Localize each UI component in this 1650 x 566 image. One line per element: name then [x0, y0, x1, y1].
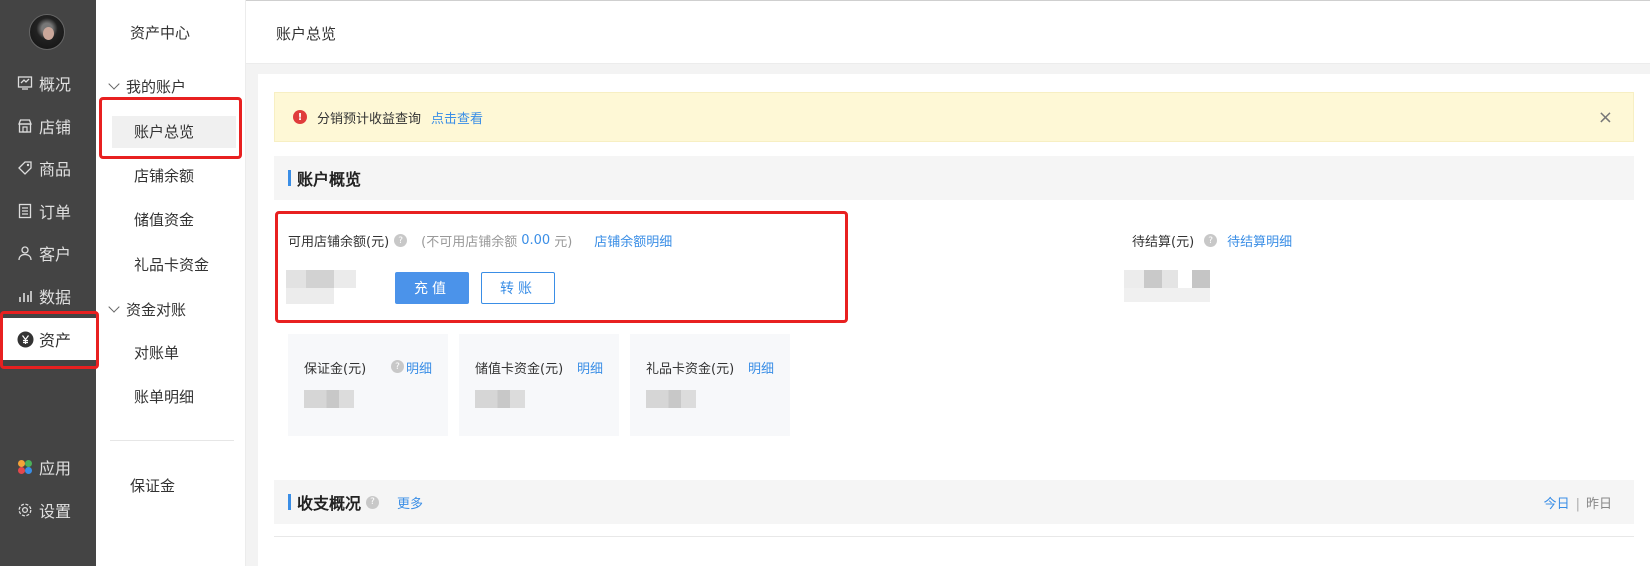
nav-item-overview[interactable]: 概况: [0, 63, 96, 103]
blurred-value: [304, 390, 354, 408]
section-header-account-overview: 账户概览: [274, 156, 1634, 200]
nav-label: 应用: [39, 459, 72, 478]
nav-item-orders[interactable]: 订单: [0, 191, 96, 231]
stored-value-detail-link[interactable]: 明细: [577, 358, 603, 377]
blurred-pending-value: [1124, 270, 1214, 306]
header: 账户总览: [246, 0, 1650, 64]
nav-item-customers[interactable]: 客户: [0, 233, 96, 273]
nav-label: 数据: [39, 288, 72, 307]
tab-yesterday[interactable]: 昨日: [1586, 497, 1612, 512]
submenu-item-bill-detail[interactable]: 账单明细: [112, 381, 236, 413]
main-nav: 概况 店铺 商品 订单 客户 数据 资产 应用 设置: [0, 0, 96, 566]
section-bar: [288, 494, 291, 510]
divider: [274, 536, 1634, 537]
more-link[interactable]: 更多: [397, 493, 423, 512]
submenu-group-reconciliation[interactable]: 资金对账: [108, 299, 187, 320]
nav-item-data[interactable]: 数据: [0, 276, 96, 316]
submenu-title: 资产中心: [130, 24, 191, 42]
notice-text: 分销预计收益查询: [317, 111, 422, 127]
section-header-income: 收支概况 ? 更多 今日 | 昨日: [274, 480, 1634, 524]
card-label: 保证金(元): [304, 362, 367, 377]
blurred-value: [646, 390, 696, 408]
avatar[interactable]: [29, 14, 65, 50]
stored-value-card: 储值卡资金(元) 明细: [459, 334, 619, 436]
submenu-item-deposit[interactable]: 保证金: [108, 470, 232, 502]
highlight-box-balance: [275, 211, 848, 323]
group-label: 我的账户: [126, 78, 187, 96]
gear-icon: [16, 501, 34, 519]
nav-item-settings[interactable]: 设置: [0, 490, 96, 530]
chart-icon: [16, 287, 34, 305]
pending-detail-link[interactable]: 待结算明细: [1227, 231, 1292, 250]
blurred-value: [475, 390, 525, 408]
highlight-box-assets: [0, 311, 99, 369]
notice-link[interactable]: 点击查看: [431, 108, 483, 127]
submenu-item-stored-value[interactable]: 储值资金: [112, 204, 236, 236]
nav-label: 客户: [39, 245, 72, 264]
nav-label: 店铺: [39, 118, 72, 137]
nav-item-goods[interactable]: 商品: [0, 148, 96, 188]
nav-item-shop[interactable]: 店铺: [0, 106, 96, 146]
pending-label: 待结算(元): [1132, 235, 1195, 250]
help-icon[interactable]: ?: [1204, 234, 1218, 247]
gift-card-detail-link[interactable]: 明细: [748, 358, 774, 377]
pending-settlement-row: 待结算(元) ? 待结算明细: [1132, 231, 1292, 250]
group-label: 资金对账: [126, 301, 187, 319]
section-title: 收支概况: [297, 494, 362, 513]
divider: [110, 440, 234, 441]
deposit-detail-link[interactable]: 明细: [406, 358, 432, 377]
gift-card-card: 礼品卡资金(元) 明细: [630, 334, 790, 436]
submenu-item-shop-balance[interactable]: 店铺余额: [112, 160, 236, 192]
nav-label: 概况: [39, 75, 72, 94]
close-icon[interactable]: ×: [1598, 107, 1613, 128]
chevron-down-icon: [108, 301, 120, 313]
tab-today[interactable]: 今日: [1544, 497, 1570, 512]
nav-item-apps[interactable]: 应用: [0, 447, 96, 487]
submenu-group-my-account[interactable]: 我的账户: [108, 76, 187, 97]
card-label: 储值卡资金(元): [475, 362, 564, 377]
page-title: 账户总览: [276, 25, 337, 43]
apps-icon: [16, 458, 34, 476]
sub-menu: 资产中心 我的账户 账户总览 店铺余额 储值资金 礼品卡资金 资金对账 对账单 …: [96, 0, 246, 566]
submenu-item-statement[interactable]: 对账单: [112, 337, 236, 369]
highlight-box-account-overview: [99, 97, 242, 159]
help-icon[interactable]: ?: [391, 360, 404, 373]
date-tabs: 今日 | 昨日: [1544, 493, 1612, 512]
tab-separator: |: [1575, 496, 1580, 512]
notice-banner: ! 分销预计收益查询 点击查看 ×: [274, 92, 1634, 142]
nav-label: 订单: [39, 203, 72, 222]
card-label: 礼品卡资金(元): [646, 362, 735, 377]
help-icon[interactable]: ?: [366, 495, 380, 509]
chevron-down-icon: [108, 78, 120, 90]
section-title: 账户概览: [297, 170, 362, 189]
order-icon: [16, 202, 34, 220]
shop-icon: [16, 117, 34, 135]
deposit-card: 保证金(元) ? 明细: [288, 334, 448, 436]
overview-icon: [16, 74, 34, 92]
tag-icon: [16, 159, 34, 177]
nav-label: 设置: [39, 502, 72, 521]
user-icon: [16, 244, 34, 262]
nav-label: 商品: [39, 160, 72, 179]
section-bar: [288, 170, 291, 186]
submenu-item-gift-card[interactable]: 礼品卡资金: [112, 249, 236, 281]
warning-icon: !: [293, 110, 307, 124]
